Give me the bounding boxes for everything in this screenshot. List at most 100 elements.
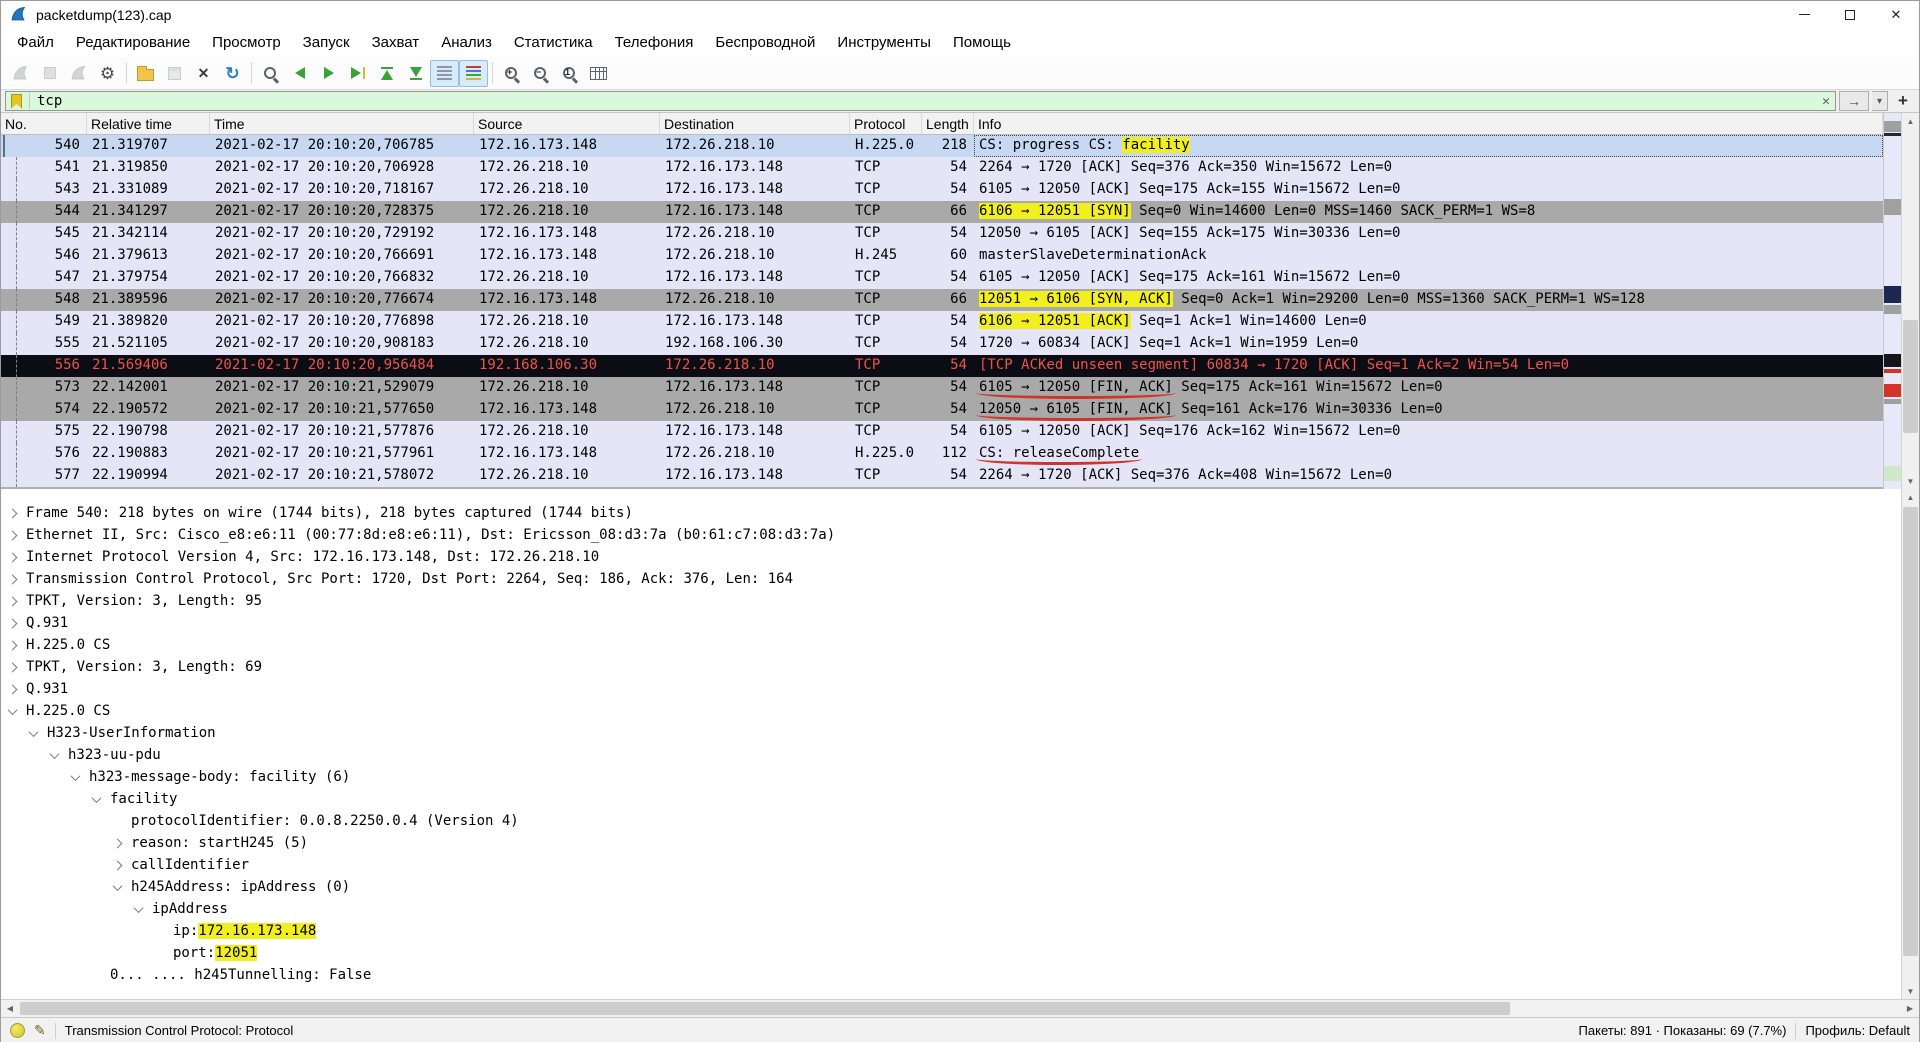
tree-item[interactable]: Q.931 <box>1 612 1901 634</box>
detail-scroll-thumb[interactable] <box>1903 507 1918 956</box>
chevron-right-icon[interactable] <box>8 574 18 584</box>
chevron-right-icon[interactable] <box>8 618 18 628</box>
menu-item[interactable]: Захват <box>361 28 431 57</box>
start-capture-icon[interactable] <box>6 60 35 87</box>
detail-vscrollbar[interactable]: ▲ ▼ <box>1901 489 1919 999</box>
menu-item[interactable]: Файл <box>6 28 65 57</box>
tree-item[interactable]: h245Address: ipAddress (0) <box>1 876 1901 898</box>
scroll-left-icon[interactable]: ◀ <box>1 1000 19 1017</box>
packet-list-vscrollbar[interactable]: ▲ ▼ <box>1901 113 1919 489</box>
chevron-down-icon[interactable] <box>71 771 81 781</box>
packet-row[interactable]: 54921.3898202021-02-17 20:10:20,77689817… <box>1 311 1883 333</box>
tree-item[interactable]: H.225.0 CS <box>1 634 1901 656</box>
chevron-right-icon[interactable] <box>113 860 123 870</box>
packet-row[interactable]: 54321.3310892021-02-17 20:10:20,71816717… <box>1 179 1883 201</box>
menu-item[interactable]: Запуск <box>292 28 361 57</box>
filter-dropdown-caret[interactable]: ▾ <box>1872 91 1888 111</box>
column-header[interactable]: No. <box>1 113 87 134</box>
minimize-button[interactable] <box>1781 1 1827 28</box>
filter-add-button[interactable]: + <box>1891 91 1915 111</box>
tree-item[interactable]: 0... .... h245Tunnelling: False <box>1 964 1901 986</box>
menu-item[interactable]: Редактирование <box>65 28 201 57</box>
packet-row[interactable]: 55621.5694062021-02-17 20:10:20,95648419… <box>1 355 1883 377</box>
packet-row[interactable]: 54021.3197072021-02-17 20:10:20,70678517… <box>1 135 1883 157</box>
packet-row[interactable]: 54521.3421142021-02-17 20:10:20,72919217… <box>1 223 1883 245</box>
column-header[interactable]: Destination <box>660 113 850 134</box>
zoom-in-icon[interactable]: + <box>497 60 526 87</box>
packet-row[interactable]: 54621.3796132021-02-17 20:10:20,76669117… <box>1 245 1883 267</box>
menu-item[interactable]: Статистика <box>503 28 604 57</box>
chevron-right-icon[interactable] <box>8 684 18 694</box>
packet-row[interactable]: 54121.3198502021-02-17 20:10:20,70692817… <box>1 157 1883 179</box>
zoom-out-icon[interactable]: − <box>526 60 555 87</box>
menu-item[interactable]: Просмотр <box>201 28 292 57</box>
chevron-right-icon[interactable] <box>8 530 18 540</box>
menu-item[interactable]: Помощь <box>942 28 1022 57</box>
filter-clear-icon[interactable]: ✕ <box>1822 94 1830 109</box>
tree-item[interactable]: Ethernet II, Src: Cisco_e8:e6:11 (00:77:… <box>1 524 1901 546</box>
packet-row[interactable]: 57622.1908832021-02-17 20:10:21,57796117… <box>1 443 1883 465</box>
close-button[interactable]: ✕ <box>1873 1 1919 28</box>
filter-apply-button[interactable]: → <box>1839 91 1869 111</box>
column-header[interactable]: Info <box>974 113 1883 134</box>
filter-bookmark-icon[interactable] <box>11 94 22 109</box>
tree-item[interactable]: Internet Protocol Version 4, Src: 172.16… <box>1 546 1901 568</box>
menu-item[interactable]: Анализ <box>430 28 503 57</box>
column-header[interactable]: Relative time <box>87 113 210 134</box>
stop-capture-icon[interactable] <box>35 60 64 87</box>
close-file-icon[interactable]: ✕ <box>189 60 218 87</box>
tree-item[interactable]: facility <box>1 788 1901 810</box>
tree-item[interactable]: H.225.0 CS <box>1 700 1901 722</box>
find-packet-icon[interactable] <box>256 60 285 87</box>
tree-item[interactable]: Frame 540: 218 bytes on wire (1744 bits)… <box>1 502 1901 524</box>
chevron-down-icon[interactable] <box>8 705 18 715</box>
packet-row[interactable]: 54721.3797542021-02-17 20:10:20,76683217… <box>1 267 1883 289</box>
status-profile[interactable]: Профиль: Default <box>1805 1023 1910 1038</box>
menu-item[interactable]: Инструменты <box>826 28 942 57</box>
first-packet-icon[interactable] <box>372 60 401 87</box>
hscroll-thumb[interactable] <box>20 1002 1510 1015</box>
tree-item[interactable]: h323-uu-pdu <box>1 744 1901 766</box>
detail-hscrollbar[interactable]: ◀ ▶ <box>1 999 1919 1017</box>
tree-item[interactable]: TPKT, Version: 3, Length: 69 <box>1 656 1901 678</box>
capture-options-icon[interactable]: ⚙ <box>93 60 122 87</box>
chevron-right-icon[interactable] <box>8 596 18 606</box>
chevron-down-icon[interactable] <box>29 727 39 737</box>
intelligent-scrollbar-minimap[interactable] <box>1883 113 1901 489</box>
last-packet-icon[interactable] <box>401 60 430 87</box>
capture-comment-icon[interactable]: ✎ <box>34 1022 46 1039</box>
scroll-up-icon[interactable]: ▲ <box>1902 489 1919 505</box>
chevron-right-icon[interactable] <box>113 838 123 848</box>
column-header[interactable]: Protocol <box>850 113 922 134</box>
chevron-down-icon[interactable] <box>92 793 102 803</box>
column-header[interactable]: Source <box>474 113 660 134</box>
chevron-right-icon[interactable] <box>8 662 18 672</box>
chevron-right-icon[interactable] <box>8 640 18 650</box>
menu-item[interactable]: Беспроводной <box>704 28 826 57</box>
column-header[interactable]: Length <box>922 113 974 134</box>
autoscroll-icon[interactable] <box>430 60 459 87</box>
open-file-icon[interactable] <box>131 60 160 87</box>
tree-item[interactable]: Q.931 <box>1 678 1901 700</box>
maximize-button[interactable] <box>1827 1 1873 28</box>
tree-item[interactable]: reason: startH245 (5) <box>1 832 1901 854</box>
expert-info-icon[interactable] <box>10 1023 25 1038</box>
packet-row[interactable]: 57522.1907982021-02-17 20:10:21,57787617… <box>1 421 1883 443</box>
scroll-down-icon[interactable]: ▼ <box>1902 983 1919 999</box>
reload-icon[interactable]: ↻ <box>218 60 247 87</box>
resize-columns-icon[interactable] <box>584 60 613 87</box>
colorize-icon[interactable] <box>459 60 488 87</box>
packet-list-scroll-thumb[interactable] <box>1903 320 1918 433</box>
packet-row[interactable]: 57722.1909942021-02-17 20:10:21,57807217… <box>1 465 1883 487</box>
scroll-right-icon[interactable]: ▶ <box>1901 1000 1919 1017</box>
packet-row[interactable]: 57422.1905722021-02-17 20:10:21,57765017… <box>1 399 1883 421</box>
scroll-down-icon[interactable]: ▼ <box>1902 473 1919 489</box>
chevron-down-icon[interactable] <box>134 903 144 913</box>
tree-item[interactable]: ipAddress <box>1 898 1901 920</box>
tree-item[interactable]: port: 12051 <box>1 942 1901 964</box>
chevron-down-icon[interactable] <box>113 881 123 891</box>
tree-item[interactable]: TPKT, Version: 3, Length: 95 <box>1 590 1901 612</box>
tree-item[interactable]: H323-UserInformation <box>1 722 1901 744</box>
chevron-right-icon[interactable] <box>8 508 18 518</box>
tree-item[interactable]: protocolIdentifier: 0.0.8.2250.0.4 (Vers… <box>1 810 1901 832</box>
